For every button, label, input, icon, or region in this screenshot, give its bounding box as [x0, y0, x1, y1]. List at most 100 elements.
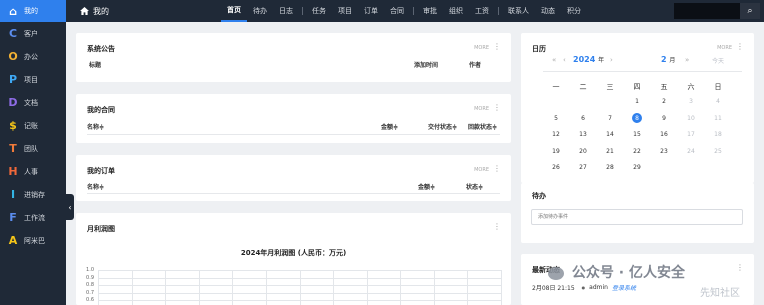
calendar-day[interactable]: 29: [627, 164, 647, 171]
calendar-day[interactable]: 1: [627, 98, 647, 105]
calendar-menu-icon[interactable]: ⋮: [736, 42, 744, 51]
news-menu-icon[interactable]: ⋮: [736, 263, 744, 272]
calendar-day[interactable]: 5: [546, 115, 566, 122]
calendar-day[interactable]: 3: [681, 98, 701, 105]
calendar-day[interactable]: 18: [708, 131, 728, 138]
calendar-day[interactable]: 14: [600, 131, 620, 138]
sidebar-item-icon: H: [8, 165, 18, 178]
calendar-day[interactable]: 21: [600, 148, 620, 155]
sidebar-item-1[interactable]: C 客户: [0, 22, 66, 45]
calendar-title: 日历: [532, 45, 546, 53]
nav-item[interactable]: 工资: [469, 0, 495, 22]
sidebar-item-0[interactable]: ⌂ 我的: [0, 0, 66, 22]
calendar-day[interactable]: 13: [573, 131, 593, 138]
nav-item[interactable]: 首页: [221, 0, 247, 22]
calendar-day[interactable]: 23: [654, 148, 674, 155]
prev-month-button[interactable]: ‹: [563, 56, 566, 64]
calendar-day[interactable]: 9: [654, 115, 674, 122]
contracts-menu-icon[interactable]: ⋮: [493, 103, 501, 112]
calendar-day[interactable]: 24: [681, 148, 701, 155]
home-icon: [80, 7, 89, 15]
news-entry: 2月08日 21:15 ● admin 登录系统: [532, 283, 636, 292]
x-grid-line: [333, 270, 335, 305]
nav-item[interactable]: 组织: [443, 0, 469, 22]
calendar-day[interactable]: 27: [573, 164, 593, 171]
contracts-card: 我的合同 MORE ⋮ 名称≑ 金额≑ 交付状态≑ 回款状态≑: [76, 94, 511, 143]
calendar-day[interactable]: 7: [600, 115, 620, 122]
nav-item[interactable]: 项目: [332, 0, 358, 22]
nav-item[interactable]: 订单: [358, 0, 384, 22]
sidebar-item-label: 办公: [24, 52, 38, 61]
sidebar-item-3[interactable]: P 项目: [0, 68, 66, 91]
calendar-month[interactable]: 2 月: [661, 55, 675, 64]
weekday-header: 三: [606, 83, 614, 91]
calendar-day[interactable]: 10: [681, 115, 701, 122]
calendar-day[interactable]: 6: [573, 115, 593, 122]
sidebar-collapse-button[interactable]: ‹: [66, 194, 74, 220]
profit-menu-icon[interactable]: ⋮: [493, 222, 501, 231]
notice-menu-icon[interactable]: ⋮: [493, 42, 501, 51]
orders-col-status[interactable]: 状态≑: [466, 182, 483, 191]
nav-item[interactable]: 日志: [273, 0, 299, 22]
sidebar-item-2[interactable]: O 办公: [0, 45, 66, 68]
weekday-header: 五: [660, 83, 668, 91]
todo-card: 待办: [521, 183, 754, 243]
calendar-day[interactable]: 8: [627, 115, 647, 122]
contracts-col-payment[interactable]: 回款状态≑: [468, 122, 497, 131]
calendar-more-link[interactable]: MORE: [717, 45, 732, 51]
notice-more-link[interactable]: MORE: [474, 45, 489, 51]
today-button[interactable]: 今天: [712, 56, 724, 65]
calendar-day[interactable]: 28: [600, 164, 620, 171]
sidebar-item-icon: T: [9, 142, 17, 155]
nav-item[interactable]: 任务: [306, 0, 332, 22]
calendar-day[interactable]: 17: [681, 131, 701, 138]
calendar-day[interactable]: 4: [708, 98, 728, 105]
calendar-day[interactable]: 15: [627, 131, 647, 138]
calendar-day[interactable]: 26: [546, 164, 566, 171]
contracts-col-amount[interactable]: 金额≑: [381, 122, 398, 131]
orders-col-amount[interactable]: 金额≑: [418, 182, 435, 191]
nav-item[interactable]: 审批: [417, 0, 443, 22]
calendar-day[interactable]: 19: [546, 148, 566, 155]
top-home-link[interactable]: 我的: [66, 6, 221, 17]
todo-title: 待办: [532, 192, 546, 200]
x-grid-line: [165, 270, 167, 305]
calendar-day[interactable]: 11: [708, 115, 728, 122]
sidebar-item-8[interactable]: I 进销存: [0, 183, 66, 206]
contracts-col-name[interactable]: 名称≑: [87, 122, 104, 131]
sidebar-item-10[interactable]: A 阿米巴: [0, 229, 66, 252]
contracts-col-delivery[interactable]: 交付状态≑: [428, 122, 457, 131]
sidebar-item-4[interactable]: D 文档: [0, 91, 66, 114]
nav-item[interactable]: 合同: [384, 0, 410, 22]
sidebar-item-5[interactable]: $ 记账: [0, 114, 66, 137]
nav-item[interactable]: 积分: [561, 0, 587, 22]
next-year-button[interactable]: »: [685, 56, 689, 64]
sidebar-item-9[interactable]: F 工作流: [0, 206, 66, 229]
prev-year-button[interactable]: «: [552, 56, 556, 64]
chevron-left-icon: ‹: [68, 202, 72, 212]
nav-item[interactable]: 动态: [535, 0, 561, 22]
top-search-input[interactable]: ⌕: [674, 3, 760, 19]
orders-more-link[interactable]: MORE: [474, 167, 489, 173]
orders-menu-icon[interactable]: ⋮: [493, 164, 501, 173]
calendar-year[interactable]: 2024 年: [573, 55, 604, 64]
contracts-header-rule: [87, 134, 500, 135]
orders-col-name[interactable]: 名称≑: [87, 182, 104, 191]
wechat-logo-icon: [548, 266, 564, 280]
calendar-day[interactable]: 16: [654, 131, 674, 138]
sidebar-item-7[interactable]: H 人事: [0, 160, 66, 183]
nav-item[interactable]: 待办: [247, 0, 273, 22]
notice-title: 系统公告: [87, 45, 115, 53]
calendar-day[interactable]: 22: [627, 148, 647, 155]
calendar-day[interactable]: 12: [546, 131, 566, 138]
contracts-more-link[interactable]: MORE: [474, 106, 489, 112]
calendar-day[interactable]: 20: [573, 148, 593, 155]
nav-item[interactable]: 联系人: [502, 0, 535, 22]
calendar-day[interactable]: 25: [708, 148, 728, 155]
search-button[interactable]: ⌕: [740, 3, 760, 19]
todo-input[interactable]: [531, 209, 743, 225]
news-user[interactable]: admin: [589, 284, 608, 291]
calendar-day[interactable]: 2: [654, 98, 674, 105]
sidebar-item-6[interactable]: T 团队: [0, 137, 66, 160]
next-month-button[interactable]: ›: [610, 56, 613, 64]
